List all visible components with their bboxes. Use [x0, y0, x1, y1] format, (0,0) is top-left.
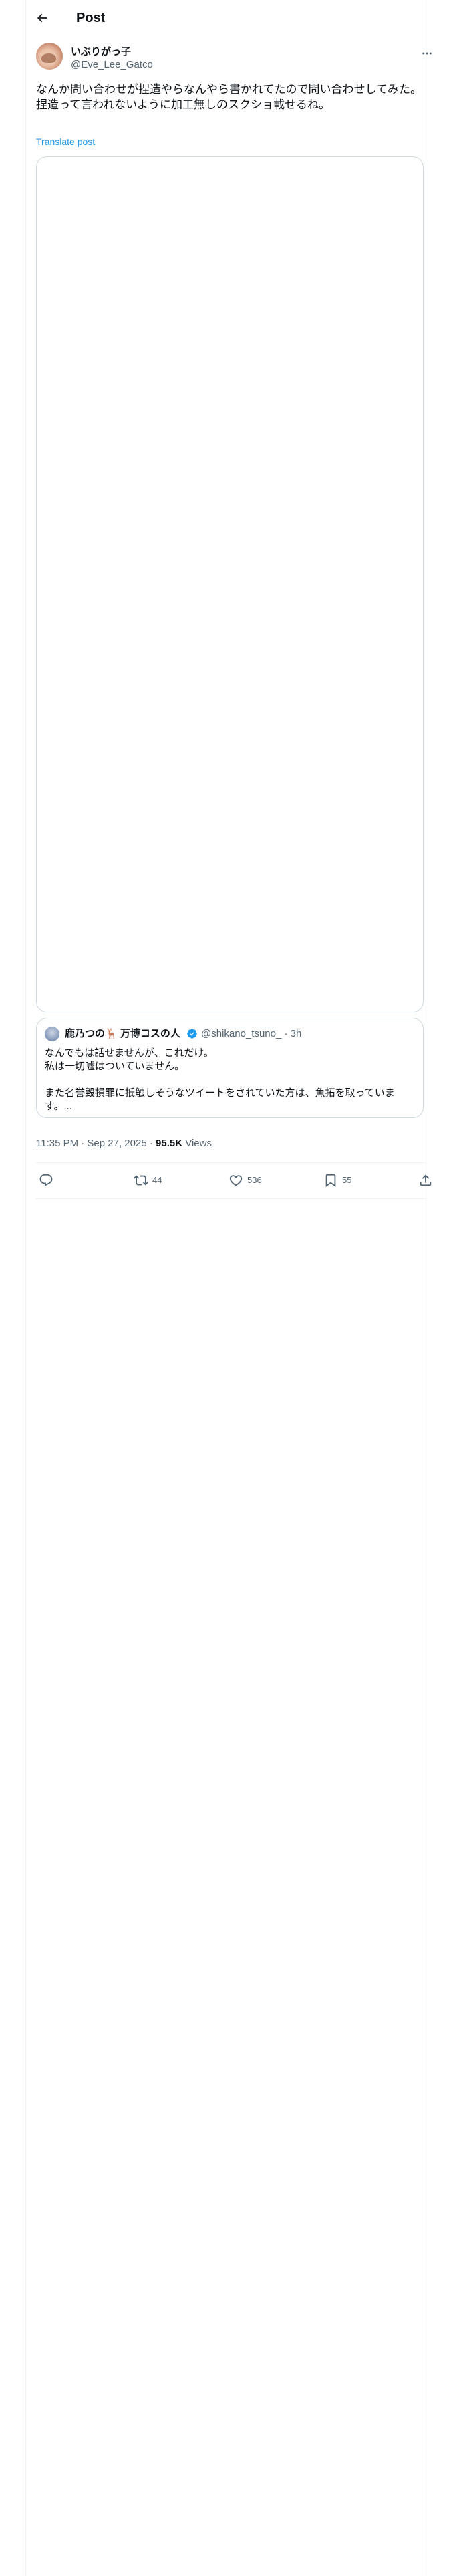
quote-display-name: 鹿乃つの🦌 万博コスの人 — [65, 1028, 180, 1039]
page-header: Post — [25, 0, 426, 35]
like-icon — [229, 1173, 243, 1188]
translate-post-link[interactable]: Translate post — [36, 136, 95, 148]
tweet-author: いぶりがっ子 @Eve_Lee_Gatco — [36, 43, 426, 72]
share-icon — [418, 1173, 433, 1188]
author-handle[interactable]: @Eve_Lee_Gatco — [71, 59, 153, 71]
tweet-media-image[interactable] — [36, 156, 424, 1012]
retweet-button[interactable]: 44 — [134, 1172, 162, 1189]
retweet-icon — [134, 1173, 148, 1188]
bookmark-icon — [323, 1173, 338, 1188]
quote-text: なんでもは話せませんが、これだけ。 私は一切嘘はついていません。 また名誉毀損罪… — [45, 1047, 395, 1112]
tweet-datetime[interactable]: 11:35 PM · Sep 27, 2025 — [36, 1138, 147, 1149]
divider — [36, 1162, 426, 1163]
back-button[interactable] — [31, 7, 53, 29]
like-button[interactable]: 536 — [229, 1172, 262, 1189]
bookmark-button[interactable]: 55 — [323, 1172, 351, 1189]
more-icon — [421, 47, 433, 60]
views-label: Views — [182, 1138, 212, 1149]
tweet-text: なんか問い合わせが捏造やらなんやら書かれてたので問い合わせしてみた。 捏造って言… — [36, 83, 422, 111]
reply-button[interactable] — [39, 1172, 57, 1189]
page-title: Post — [76, 11, 106, 25]
share-button[interactable] — [418, 1172, 433, 1189]
quote-time: · 3h — [284, 1028, 302, 1039]
avatar[interactable] — [36, 43, 63, 70]
tweet-meta: 11:35 PM · Sep 27, 2025 · 95.5K Views — [36, 1137, 212, 1150]
retweet-count: 44 — [152, 1175, 162, 1185]
quote-handle: @shikano_tsuno_ — [201, 1028, 282, 1039]
author-display-name[interactable]: いぶりがっ子 — [71, 45, 131, 59]
more-button[interactable] — [418, 47, 436, 60]
meta-separator: · — [146, 1138, 156, 1149]
bookmark-count: 55 — [342, 1175, 352, 1185]
like-count: 536 — [247, 1175, 262, 1185]
reply-icon — [39, 1173, 53, 1188]
divider — [36, 1198, 426, 1199]
verified-badge-icon — [186, 1028, 198, 1039]
quoted-tweet[interactable]: 鹿乃つの🦌 万博コスの人 @shikano_tsuno_ · 3h なんでもは話… — [36, 1018, 424, 1118]
views-count: 95.5K — [156, 1138, 183, 1149]
quote-handle-time: @shikano_tsuno_ · 3h — [201, 1027, 301, 1041]
back-arrow-icon — [35, 11, 49, 25]
quote-avatar — [45, 1027, 59, 1041]
